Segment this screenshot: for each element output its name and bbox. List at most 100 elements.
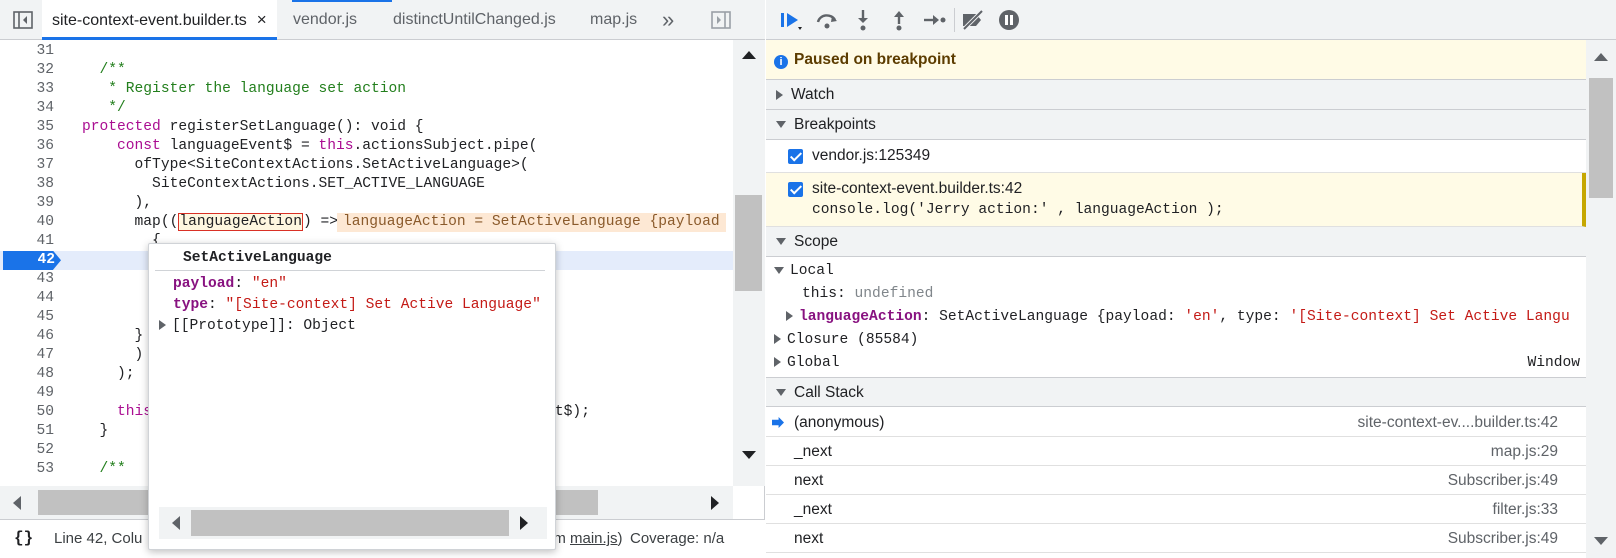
- breakpoint-marker[interactable]: 42: [3, 250, 61, 270]
- scroll-left-icon[interactable]: [12, 495, 22, 511]
- line-number[interactable]: 36: [0, 137, 54, 157]
- line-number[interactable]: 32: [0, 61, 54, 81]
- closure-label: Closure (85584): [787, 332, 919, 348]
- debugger-vertical-scrollbar[interactable]: [1586, 40, 1616, 558]
- pause-on-exceptions-icon[interactable]: [996, 8, 1022, 32]
- code-prefix: [82, 404, 117, 420]
- toggle-navigator-icon[interactable]: [12, 9, 34, 31]
- tab-map-js[interactable]: map.js: [582, 0, 645, 40]
- scroll-down-icon[interactable]: [1593, 536, 1609, 546]
- line-number[interactable]: 44: [0, 289, 54, 309]
- line-number[interactable]: 33: [0, 80, 54, 100]
- code-line[interactable]: 36 const languageEvent$ = this.actionsSu…: [0, 137, 733, 157]
- scope-global-row[interactable]: Global Window: [766, 352, 1586, 375]
- frame-location[interactable]: filter.js:33: [1493, 495, 1558, 524]
- scroll-up-icon[interactable]: [741, 50, 757, 60]
- more-tabs-icon[interactable]: »: [662, 0, 674, 40]
- call-frame[interactable]: _next map.js:29: [766, 437, 1586, 466]
- call-frame[interactable]: next Subscriber.js:49: [766, 524, 1586, 553]
- watch-section-header[interactable]: Watch: [766, 80, 1586, 110]
- frame-location[interactable]: map.js:29: [1491, 437, 1558, 466]
- tab-site-context-event-builder[interactable]: site-context-event.builder.ts ×: [42, 0, 277, 40]
- scroll-right-icon[interactable]: [519, 515, 529, 531]
- inline-value-hint: languageAction = SetActiveLanguage {payl…: [337, 212, 726, 232]
- language-action-open: {payload:: [1088, 309, 1185, 325]
- scroll-down-icon[interactable]: [741, 450, 757, 460]
- local-label: Local: [790, 263, 834, 279]
- close-tab-icon[interactable]: ×: [257, 10, 267, 29]
- line-number[interactable]: 39: [0, 194, 54, 214]
- scroll-right-icon[interactable]: [710, 495, 720, 511]
- scope-local-row[interactable]: Local: [766, 260, 1586, 283]
- call-frame[interactable]: (anonymous) site-context-ev....builder.ts…: [766, 408, 1586, 437]
- resume-icon[interactable]: [778, 8, 804, 32]
- code-text: * Register the language set action: [82, 80, 406, 100]
- code-line[interactable]: 32 /**: [0, 61, 733, 81]
- line-number[interactable]: 46: [0, 327, 54, 347]
- popover-horizontal-scrollbar[interactable]: [159, 507, 547, 539]
- line-number[interactable]: 49: [0, 384, 54, 404]
- variable-popover[interactable]: SetActiveLanguage payload: "en" type: "[…: [148, 243, 556, 550]
- line-number[interactable]: 41: [0, 232, 54, 252]
- code-line[interactable]: 39 ),: [0, 194, 733, 214]
- breakpoints-section-header[interactable]: Breakpoints: [766, 110, 1586, 140]
- scroll-thumb[interactable]: [735, 195, 762, 291]
- breakpoint-checkbox[interactable]: [788, 182, 803, 197]
- line-number[interactable]: 51: [0, 422, 54, 442]
- scroll-up-icon[interactable]: [1593, 52, 1609, 62]
- scroll-thumb[interactable]: [191, 510, 509, 536]
- code-line[interactable]: 31: [0, 42, 733, 62]
- coverage-status: Coverage: n/a: [630, 530, 725, 547]
- line-number[interactable]: 48: [0, 365, 54, 385]
- scroll-left-icon[interactable]: [171, 515, 181, 531]
- tab-distinct-until-changed-js[interactable]: distinctUntilChanged.js: [385, 0, 564, 40]
- tab-vendor-js[interactable]: vendor.js: [285, 0, 365, 40]
- line-number[interactable]: 53: [0, 460, 54, 480]
- call-frame[interactable]: next Subscriber.js:49: [766, 466, 1586, 495]
- popover-type-row: type: "[Site-context] Set Active Languag…: [173, 297, 541, 313]
- code-line[interactable]: 38 SiteContextActions.SET_ACTIVE_LANGUAG…: [0, 175, 733, 195]
- line-number[interactable]: 43: [0, 270, 54, 290]
- step-over-icon[interactable]: [814, 8, 840, 32]
- scroll-thumb[interactable]: [1589, 78, 1613, 198]
- frame-location[interactable]: Subscriber.js:49: [1448, 466, 1558, 495]
- line-number[interactable]: 31: [0, 42, 54, 62]
- scope-closure-row[interactable]: Closure (85584): [766, 329, 1586, 352]
- code-line[interactable]: 40 map((languageAction) => languageAction…: [0, 212, 733, 233]
- step-out-icon[interactable]: [886, 8, 912, 32]
- step-icon[interactable]: [922, 8, 948, 32]
- deactivate-breakpoints-icon[interactable]: [960, 8, 986, 32]
- step-into-icon[interactable]: [850, 8, 876, 32]
- line-number[interactable]: 50: [0, 403, 54, 423]
- code-line[interactable]: 33 * Register the language set action: [0, 80, 733, 100]
- call-frame[interactable]: _next filter.js:33: [766, 495, 1586, 524]
- frame-location[interactable]: site-context-ev....builder.ts:42: [1358, 408, 1558, 437]
- scope-language-action-row[interactable]: languageAction: SetActiveLanguage {paylo…: [766, 306, 1586, 329]
- frame-location[interactable]: Subscriber.js:49: [1448, 524, 1558, 553]
- breakpoint-item-active[interactable]: site-context-event.builder.ts:42 console…: [766, 173, 1586, 227]
- toggle-debugger-icon[interactable]: [710, 9, 732, 31]
- code-line[interactable]: 37 ofType<SiteContextActions.SetActiveLa…: [0, 156, 733, 176]
- line-number[interactable]: 52: [0, 441, 54, 461]
- call-stack-section-header[interactable]: Call Stack: [766, 377, 1586, 407]
- line-number[interactable]: 40: [0, 213, 54, 233]
- line-number[interactable]: 35: [0, 118, 54, 138]
- popover-prototype-row[interactable]: [[Prototype]]: Object: [159, 318, 356, 334]
- expanded-triangle-icon: [776, 389, 786, 397]
- line-number[interactable]: 34: [0, 99, 54, 119]
- breakpoint-checkbox[interactable]: [788, 149, 803, 164]
- line-number[interactable]: 47: [0, 346, 54, 366]
- language-action-type: SetActiveLanguage: [939, 309, 1089, 325]
- line-number[interactable]: 37: [0, 156, 54, 176]
- source-map-link[interactable]: main.js: [570, 530, 618, 547]
- breakpoint-item[interactable]: vendor.js:125349: [766, 140, 1586, 173]
- line-number[interactable]: 38: [0, 175, 54, 195]
- code-line[interactable]: 35 protected registerSetLanguage(): void …: [0, 118, 733, 138]
- pretty-print-icon[interactable]: {}: [14, 529, 33, 547]
- editor-vertical-scrollbar[interactable]: [733, 40, 765, 486]
- scope-section-header[interactable]: Scope: [766, 227, 1586, 257]
- code-line[interactable]: 34 */: [0, 99, 733, 119]
- line-number[interactable]: 45: [0, 308, 54, 328]
- frame-function: (anonymous): [794, 414, 885, 431]
- expand-triangle-icon[interactable]: [159, 320, 166, 331]
